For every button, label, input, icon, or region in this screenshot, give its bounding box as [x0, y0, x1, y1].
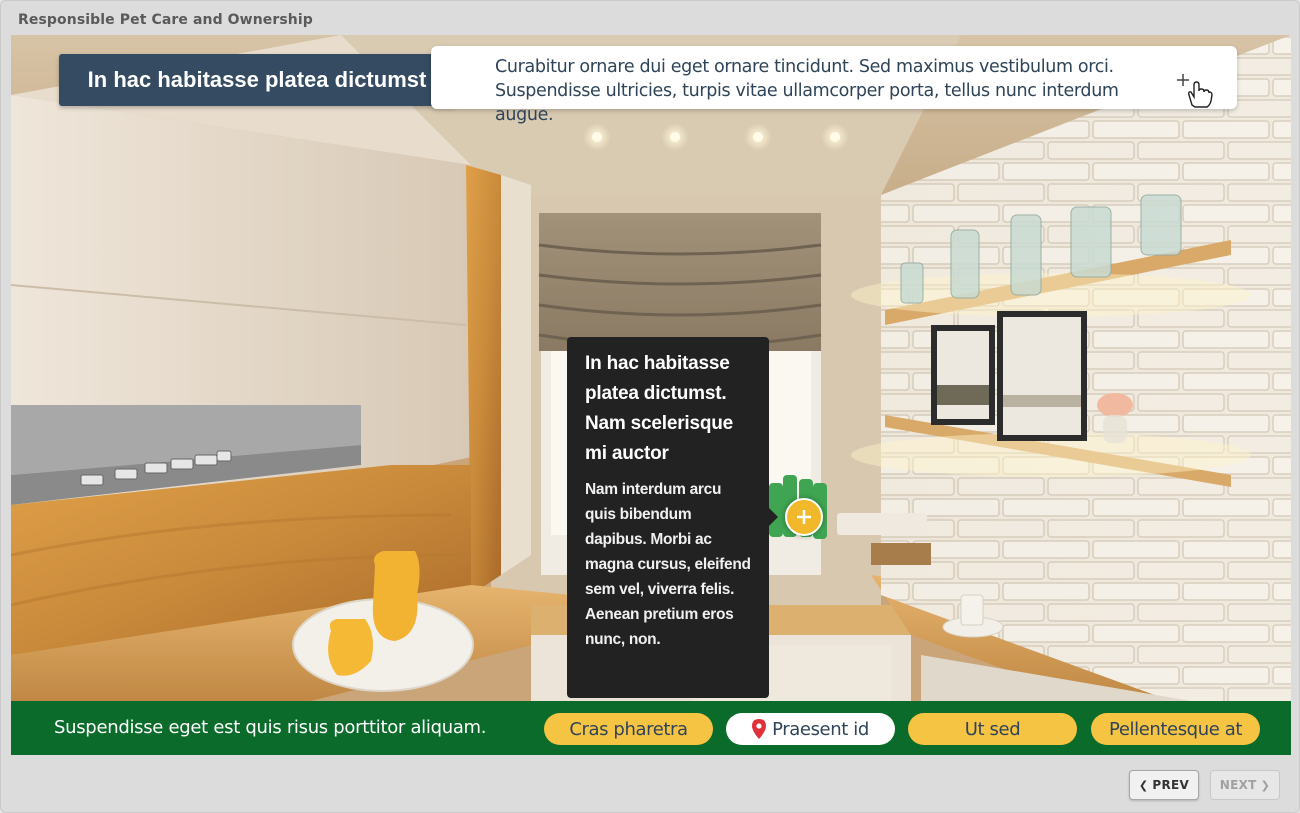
app-title: Responsible Pet Care and Ownership: [18, 12, 313, 28]
button-label: Pellentesque at: [1109, 718, 1242, 740]
hotspot-tooltip: In hac habitasse platea dictumst. Nam sc…: [567, 337, 769, 698]
button-praesent-id[interactable]: Praesent id: [726, 713, 895, 745]
button-label: Cras pharetra: [569, 718, 688, 740]
intro-line-1: Curabitur ornare dui eget ornare tincidu…: [495, 57, 1114, 77]
intro-text-box: Curabitur ornare dui eget ornare tincidu…: [431, 46, 1237, 125]
chevron-right-icon: ❯: [1260, 778, 1271, 792]
tooltip-body: Nam interdum arcu quis bibendum dapibus.…: [585, 481, 751, 648]
tooltip-arrow: [769, 508, 778, 526]
plus-icon: [797, 510, 811, 524]
button-pellentesque-at[interactable]: Pellentesque at: [1091, 713, 1260, 745]
hotspot-button[interactable]: [785, 498, 823, 536]
next-label: NEXT: [1219, 778, 1257, 792]
bottom-bar: Suspendisse eget est quis risus porttito…: [11, 701, 1291, 755]
button-label: Praesent id: [772, 718, 869, 740]
prev-button[interactable]: ❮ PREV: [1129, 770, 1199, 800]
button-cras-pharetra[interactable]: Cras pharetra: [544, 713, 713, 745]
chevron-left-icon: ❮: [1138, 778, 1149, 792]
intro-line-2: Suspendisse ultricies, turpis vitae ulla…: [495, 81, 1119, 125]
scene-title: In hac habitasse platea dictumst: [59, 54, 455, 106]
button-label: Ut sed: [964, 718, 1021, 740]
app-window: Responsible Pet Care and Ownership In ha…: [0, 0, 1300, 813]
map-pin-icon: [752, 719, 767, 739]
tooltip-title: In hac habitasse platea dictumst. Nam sc…: [585, 353, 734, 464]
next-button: NEXT ❯: [1210, 770, 1280, 800]
prev-label: PREV: [1152, 778, 1190, 792]
bottom-caption: Suspendisse eget est quis risus porttito…: [54, 717, 487, 738]
hand-pointer-icon: [1177, 74, 1213, 108]
button-ut-sed[interactable]: Ut sed: [908, 713, 1077, 745]
